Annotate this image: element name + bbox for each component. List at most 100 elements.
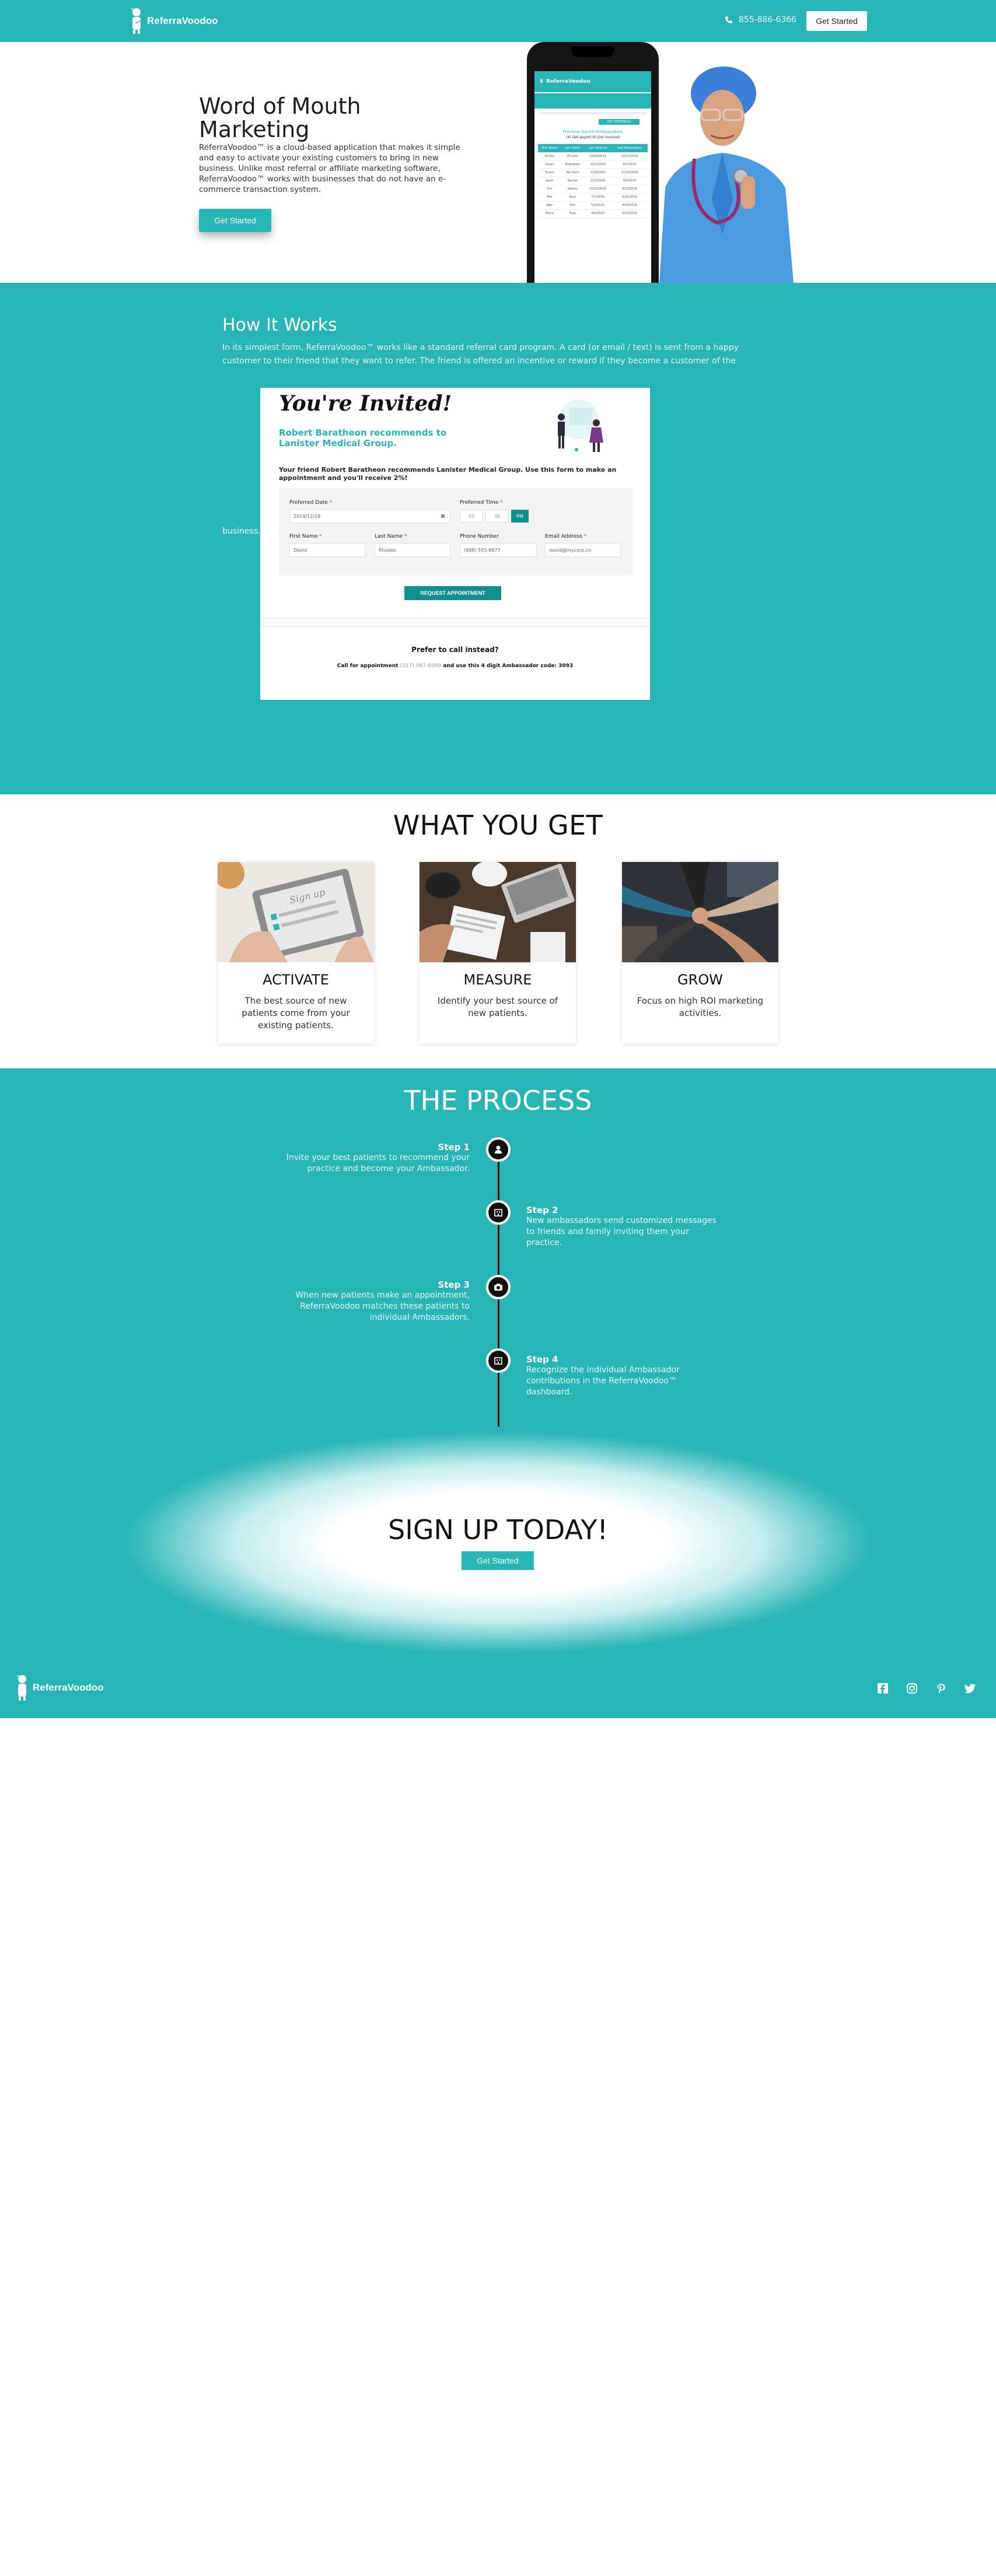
preferred-date-input[interactable]: 2019/12/18 ▦	[289, 509, 450, 523]
call-instead-text: Call for appointment (317) 567-6099 and …	[260, 663, 650, 669]
last-name-label: Last Name *	[375, 534, 407, 539]
invite-card-preview: You're Invited! Robert Baratheon recomme…	[260, 388, 650, 700]
facebook-icon[interactable]	[876, 1682, 889, 1695]
how-text: In its simplest form, ReferraVoodoo™ wor…	[222, 343, 739, 366]
building-icon	[494, 1209, 502, 1217]
minute-select[interactable]: 30	[485, 510, 509, 523]
phone-col-header: Last Name	[561, 144, 585, 152]
phone-table-cell: Tuan	[561, 209, 585, 218]
call-phone-link[interactable]: (317) 567-6099	[400, 663, 441, 669]
how-title: How It Works	[222, 315, 337, 335]
phone-table-row: Susan Rodriguez 12/1/2019 8/1/2019	[538, 160, 648, 169]
activate-desc: The best source of new patients come fro…	[242, 996, 350, 1031]
last-name-input[interactable]: Rhodes	[375, 543, 450, 557]
measure-desc: Identify your best source of new patient…	[437, 996, 558, 1018]
grow-image	[622, 862, 778, 962]
activate-title: ACTIVATE	[263, 972, 329, 988]
phone-table-row: Maria Tuan 4/4/2019 3/16/2019	[538, 209, 648, 218]
footer: ReferraVoodoo	[0, 1659, 996, 1718]
phone-number-label: Phone Number	[460, 534, 499, 539]
camera-icon	[494, 1284, 502, 1291]
email-label: Email Address *	[545, 534, 587, 539]
calendar-icon: ▦	[441, 513, 445, 518]
phone-table-cell: Mel	[538, 193, 561, 202]
phone-table-cell: 7/7/2019	[584, 193, 611, 202]
step-2: Step 2 New ambassadors send customized m…	[526, 1205, 725, 1249]
phone-app-header: ♜ ReferraVoodoo	[534, 71, 651, 92]
phone-table-cell: Rodriguez	[561, 160, 585, 169]
voodoo-doll-icon	[16, 1674, 26, 1701]
phone-icon	[725, 16, 732, 23]
invite-message: Your friend Robert Baratheon recommends …	[279, 466, 617, 482]
phone-table-cell: Jake	[538, 201, 561, 210]
phone-table-cell: 4/19/2019	[611, 201, 648, 210]
hero-text: ReferraVoodoo™ is a cloud-based applicat…	[199, 143, 460, 194]
phone-table-cell: 9/9/2019	[611, 177, 648, 185]
signup-title: SIGN UP TODAY!	[388, 1514, 608, 1545]
grow-title: GROW	[677, 972, 723, 988]
step-3-marker	[486, 1275, 511, 1299]
step-1-label: Step 1	[438, 1142, 470, 1152]
brand-logo[interactable]: ReferraVoodoo	[130, 7, 218, 35]
phone-table-cell: Adams	[561, 185, 585, 194]
activate-card: Sign up ACTIVATE The best source of new …	[218, 862, 374, 1044]
email-input[interactable]: david@mycorp.co	[545, 543, 621, 557]
phone-table-cell: Bass	[561, 193, 585, 202]
phone-table-cell: Tucker	[538, 169, 561, 177]
hero-title: Word of Mouth Marketing	[199, 93, 361, 142]
grow-card: GROW Focus on high ROI marketing activit…	[622, 862, 778, 1044]
pm-toggle[interactable]: PM	[511, 510, 529, 523]
first-name-input[interactable]: David	[289, 543, 365, 557]
invite-divider	[260, 618, 650, 627]
preferred-date-label: Preferred Date *	[289, 500, 333, 506]
phone-table-cell: Ashley	[538, 152, 561, 161]
phone-table-cell: 8/1/2019	[611, 160, 648, 169]
brand-name: ReferraVoodoo	[147, 15, 218, 26]
process-section: THE PROCESS Step 1 Invite your best pati…	[0, 1068, 996, 1427]
step-4-desc: Recognize the individual Ambassador cont…	[526, 1365, 680, 1397]
step-1: Step 1 Invite your best patients to reco…	[271, 1142, 470, 1175]
phone-table-cell: Kim	[561, 201, 585, 210]
phone-number-input[interactable]: (888) 555-8877	[460, 543, 537, 557]
pinterest-icon[interactable]	[935, 1682, 948, 1695]
phone-logo-icon: ♜	[539, 79, 544, 85]
preferred-time-label: Preferred Time *	[460, 500, 503, 506]
phone-table-cell: 11/1/2019	[584, 177, 611, 185]
phone-table-row: Tim Adams 10/20/2019 8/13/2019	[538, 185, 648, 194]
call-instead-title: Prefer to call instead?	[411, 646, 499, 654]
footer-logo[interactable]: ReferraVoodoo	[15, 1674, 104, 1702]
phone-ambassador-table: First Name Last Name Last Referral Last …	[538, 144, 648, 218]
phone-table-cell: 4/4/2019	[584, 209, 611, 218]
phone-table-cell: Tim	[538, 185, 561, 194]
phone-table-cell: Rhodes	[561, 152, 585, 161]
voodoo-doll-icon	[131, 8, 142, 34]
instagram-icon[interactable]	[906, 1682, 918, 1695]
appointment-form: Preferred Date * 2019/12/18 ▦ Preferred …	[279, 488, 632, 576]
footer-brand: ReferraVoodoo	[33, 1682, 104, 1693]
step-2-label: Step 2	[526, 1205, 558, 1215]
phone-mockup: ♜ ReferraVoodoo GET REFERRALS Previous S…	[527, 42, 659, 283]
phone-table-cell: Barnes	[561, 177, 585, 185]
nurse-photo	[659, 66, 794, 283]
phone-table-cell: 11/24/2019	[611, 169, 648, 177]
building-icon	[494, 1357, 502, 1365]
step-4: Step 4 Recognize the individual Ambassad…	[526, 1354, 725, 1398]
phone-table-row: Ashley Rhodes 12/16/2019 12/11/2019	[538, 152, 648, 161]
phone-search-bar	[539, 112, 646, 114]
hero-get-started-button[interactable]: Get Started	[199, 209, 271, 232]
nav-get-started-button[interactable]: Get Started	[806, 11, 867, 31]
phone-brand: ReferraVoodoo	[546, 79, 590, 85]
step-4-label: Step 4	[526, 1354, 558, 1365]
request-appointment-button[interactable]: REQUEST APPOINTMENT	[404, 586, 501, 600]
process-title: THE PROCESS	[404, 1085, 592, 1116]
signup-get-started-button[interactable]: Get Started	[462, 1551, 534, 1570]
nav-phone[interactable]: 855-886-6366	[725, 15, 796, 24]
phone-col-header: Last Redemption	[611, 144, 648, 152]
wyg-title: WHAT YOU GET	[393, 809, 603, 841]
phone-table-cell: 5/3/2019	[584, 201, 611, 210]
phone-table-cell: 12/16/2019	[584, 152, 611, 161]
step-2-marker	[486, 1200, 511, 1225]
twitter-icon[interactable]	[964, 1682, 977, 1695]
hour-select[interactable]: 10	[460, 510, 483, 523]
measure-title: MEASURE	[463, 972, 532, 988]
